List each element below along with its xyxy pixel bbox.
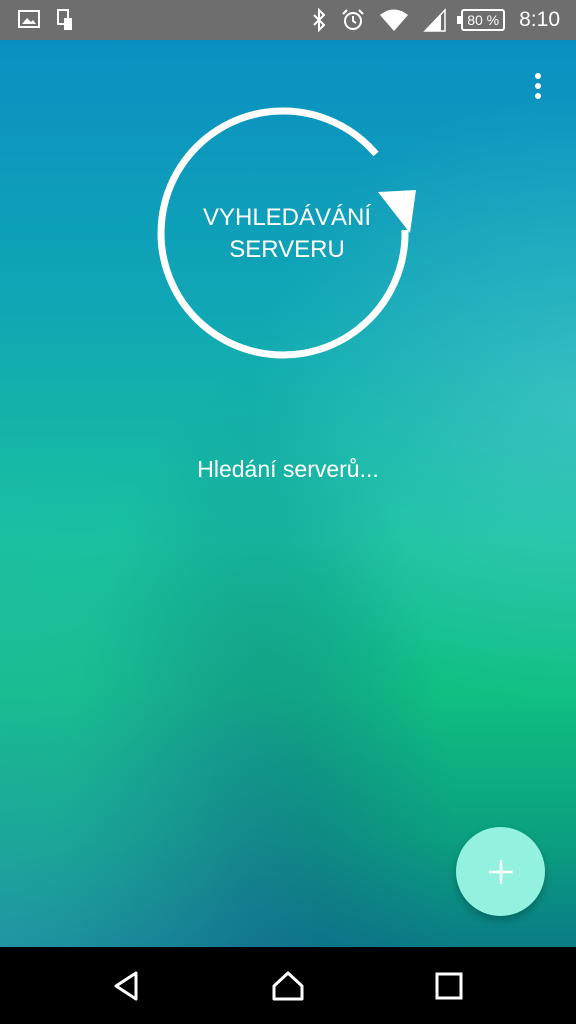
device-icon (57, 9, 72, 30)
recents-icon[interactable] (432, 969, 466, 1003)
add-server-button[interactable] (456, 827, 545, 916)
image-icon (18, 10, 40, 28)
clock: 8:10 (519, 8, 560, 31)
battery-indicator: 80 % (457, 9, 506, 31)
bluetooth-icon (313, 8, 326, 32)
searching-status-text: Hledání serverů... (197, 456, 379, 482)
scan-label-line2: SERVERU (229, 236, 345, 263)
signal-icon (423, 8, 446, 32)
back-icon[interactable] (110, 969, 144, 1003)
main-content: VYHLEDÁVÁNÍ SERVERU Hledání serverů... (0, 40, 576, 947)
scan-label-line1: VYHLEDÁVÁNÍ (202, 204, 372, 231)
wifi-icon (380, 9, 409, 31)
alarm-icon (342, 9, 364, 30)
more-vert-icon[interactable] (524, 70, 552, 102)
scan-server-button[interactable]: VYHLEDÁVÁNÍ SERVERU (184, 202, 390, 266)
home-icon[interactable] (271, 969, 305, 1003)
plus-icon (488, 859, 513, 884)
navigation-bar (0, 947, 576, 1024)
status-bar: 80 % 8:10 (0, 0, 576, 40)
